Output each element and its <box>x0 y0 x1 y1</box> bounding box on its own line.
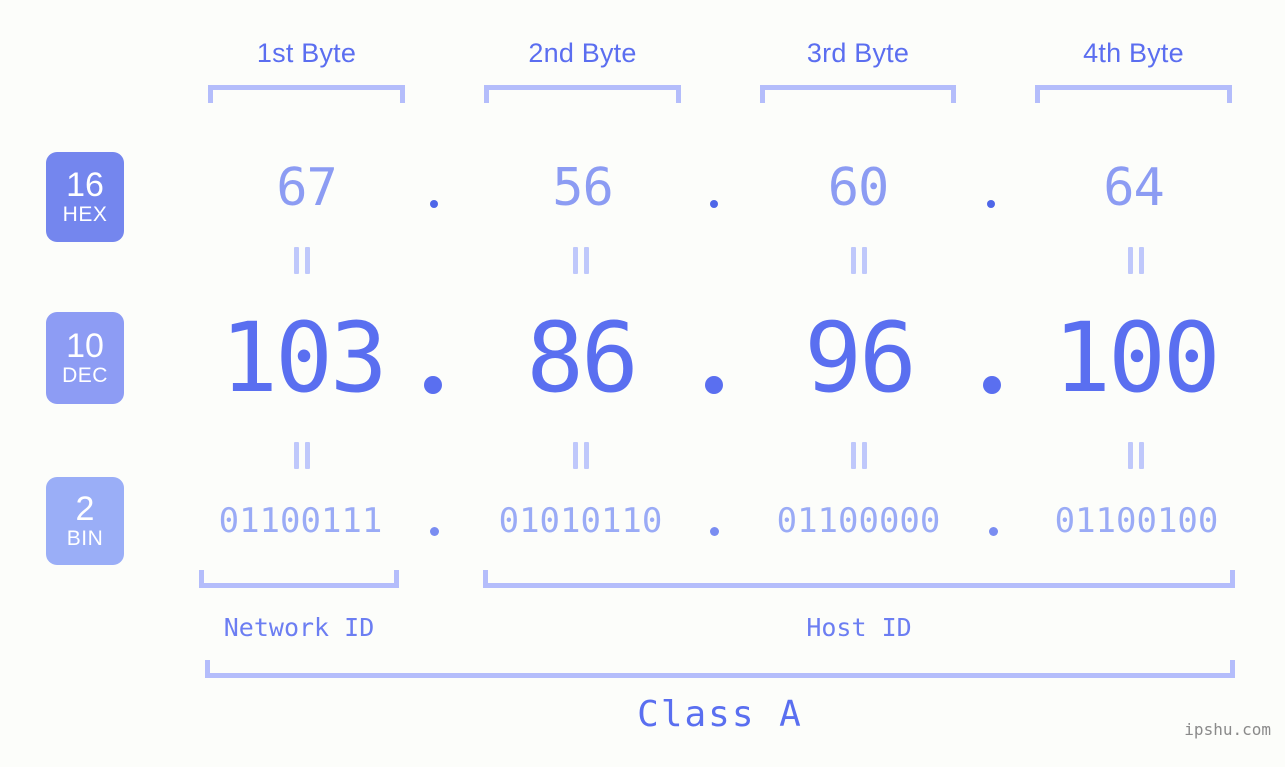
byte-bracket-4 <box>1035 85 1232 103</box>
radix-badge-bin-base: 2 <box>75 490 95 528</box>
dec-octet-3: 96 <box>804 302 917 414</box>
radix-badge-bin: 2 BIN <box>46 477 124 565</box>
radix-badge-dec-base: 10 <box>66 327 104 365</box>
class-label: Class A <box>637 694 803 735</box>
hex-separator-3 <box>987 200 995 208</box>
byte-header-1: 1st Byte <box>256 38 357 68</box>
hex-separator-2 <box>710 200 718 208</box>
equals-marker-hex-dec-4 <box>1123 246 1149 274</box>
byte-header-3: 3rd Byte <box>806 38 910 68</box>
radix-badge-hex: 16 HEX <box>46 152 124 242</box>
byte-header-4: 4th Byte <box>1083 38 1184 68</box>
bin-octet-3: 01100000 <box>776 501 941 541</box>
equals-marker-dec-bin-3 <box>846 441 872 469</box>
ip-breakdown-diagram: 1st Byte 2nd Byte 3rd Byte 4th Byte 16 H… <box>0 0 1285 767</box>
watermark: ipshu.com <box>1184 720 1271 739</box>
bin-octet-4: 01100100 <box>1054 501 1219 541</box>
bin-octet-1: 01100111 <box>218 501 383 541</box>
bin-octet-2: 01010110 <box>498 501 663 541</box>
byte-bracket-3 <box>760 85 956 103</box>
dec-octet-4: 100 <box>1053 302 1220 414</box>
radix-badge-hex-name: HEX <box>62 203 108 226</box>
equals-marker-hex-dec-3 <box>846 246 872 274</box>
radix-badge-hex-base: 16 <box>66 166 104 204</box>
dec-separator-3 <box>983 376 1001 394</box>
dec-octet-1: 103 <box>220 302 387 414</box>
bin-separator-2 <box>710 527 719 536</box>
equals-marker-hex-dec-2 <box>568 246 594 274</box>
hex-octet-3: 60 <box>827 158 890 218</box>
network-id-label: Network ID <box>223 613 375 642</box>
radix-badge-bin-name: BIN <box>66 527 104 550</box>
byte-header-2: 2nd Byte <box>528 38 637 68</box>
network-id-bracket <box>199 570 399 588</box>
hex-octet-1: 67 <box>276 158 338 218</box>
equals-marker-dec-bin-1 <box>289 441 315 469</box>
class-bracket <box>205 660 1235 678</box>
byte-bracket-2 <box>484 85 681 103</box>
hex-separator-1 <box>430 200 438 208</box>
dec-separator-2 <box>705 376 723 394</box>
hex-octet-4: 64 <box>1103 158 1165 218</box>
dec-separator-1 <box>424 376 442 394</box>
equals-marker-dec-bin-2 <box>568 441 594 469</box>
equals-marker-dec-bin-4 <box>1123 441 1149 469</box>
host-id-bracket <box>483 570 1235 588</box>
bin-separator-1 <box>430 527 439 536</box>
radix-badge-dec: 10 DEC <box>46 312 124 404</box>
byte-bracket-1 <box>208 85 405 103</box>
radix-badge-dec-name: DEC <box>62 364 108 387</box>
equals-marker-hex-dec-1 <box>289 246 315 274</box>
host-id-label: Host ID <box>806 613 912 642</box>
dec-octet-2: 86 <box>526 302 639 414</box>
bin-separator-3 <box>989 527 998 536</box>
hex-octet-2: 56 <box>552 158 614 218</box>
